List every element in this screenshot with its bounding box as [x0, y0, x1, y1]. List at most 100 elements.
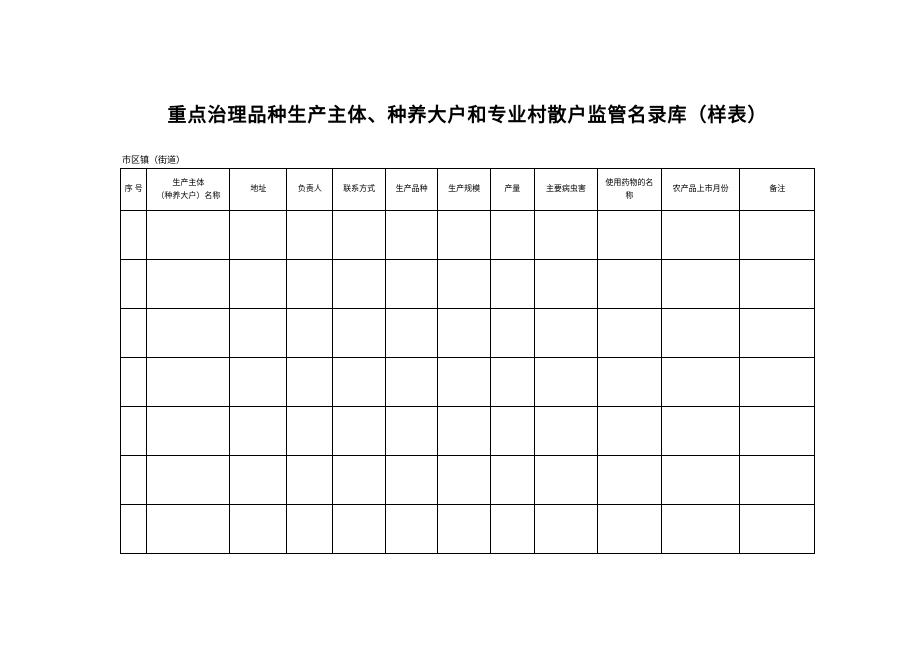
table-cell	[740, 407, 815, 456]
table-cell	[438, 407, 491, 456]
table-cell	[287, 407, 333, 456]
table-cell	[230, 358, 287, 407]
table-cell	[385, 358, 438, 407]
document-page: 重点治理品种生产主体、种养大户和专业村散户监管名录库（样表） 市区镇（街道） 序…	[0, 0, 920, 554]
table-cell	[230, 505, 287, 554]
table-cell	[438, 260, 491, 309]
table-cell	[534, 309, 597, 358]
table-cell	[438, 456, 491, 505]
table-cell	[287, 260, 333, 309]
table-cell	[740, 309, 815, 358]
table-cell	[147, 358, 230, 407]
table-cell	[534, 456, 597, 505]
table-cell	[598, 211, 661, 260]
table-cell	[490, 456, 534, 505]
table-cell	[438, 309, 491, 358]
table-cell	[333, 211, 386, 260]
table-cell	[333, 456, 386, 505]
table-cell	[534, 211, 597, 260]
table-header-row: 序 号 生产主体 （种养大户）名称 地址 负责人 联系方式 生产品种 生产规模 …	[121, 169, 815, 211]
table-cell	[661, 505, 740, 554]
table-cell	[534, 358, 597, 407]
table-cell	[740, 358, 815, 407]
col-header-addr: 地址	[230, 169, 287, 211]
table-cell	[287, 358, 333, 407]
table-cell	[490, 358, 534, 407]
table-cell	[598, 309, 661, 358]
table-cell	[230, 456, 287, 505]
table-row	[121, 505, 815, 554]
table-cell	[147, 407, 230, 456]
col-header-month: 农产品上市月份	[661, 169, 740, 211]
table-cell	[230, 260, 287, 309]
table-cell	[333, 407, 386, 456]
table-cell	[534, 260, 597, 309]
table-cell	[121, 407, 147, 456]
table-cell	[534, 407, 597, 456]
table-cell	[385, 211, 438, 260]
table-cell	[385, 309, 438, 358]
table-cell	[385, 505, 438, 554]
table-cell	[121, 456, 147, 505]
table-cell	[661, 260, 740, 309]
table-cell	[333, 260, 386, 309]
table-cell	[287, 309, 333, 358]
table-cell	[287, 211, 333, 260]
col-header-output: 产量	[490, 169, 534, 211]
col-header-drug: 使用药物的名 称	[598, 169, 661, 211]
col-header-person: 负责人	[287, 169, 333, 211]
table-cell	[121, 211, 147, 260]
table-cell	[661, 456, 740, 505]
table-cell	[598, 260, 661, 309]
table-cell	[490, 260, 534, 309]
col-header-pest: 主要病虫害	[534, 169, 597, 211]
table-cell	[740, 456, 815, 505]
table-cell	[121, 309, 147, 358]
table-cell	[490, 505, 534, 554]
table-cell	[661, 211, 740, 260]
table-cell	[121, 505, 147, 554]
table-cell	[740, 260, 815, 309]
table-cell	[230, 309, 287, 358]
col-header-drug-line1: 使用药物的名	[605, 178, 653, 187]
table-row	[121, 211, 815, 260]
table-cell	[287, 456, 333, 505]
col-header-variety: 生产品种	[385, 169, 438, 211]
table-row	[121, 407, 815, 456]
table-cell	[490, 407, 534, 456]
table-cell	[661, 358, 740, 407]
table-cell	[121, 358, 147, 407]
table-cell	[147, 211, 230, 260]
table-cell	[333, 358, 386, 407]
col-header-entity-line2: （种养大户）名称	[156, 191, 220, 200]
table-cell	[121, 260, 147, 309]
table-cell	[534, 505, 597, 554]
col-header-drug-line2: 称	[625, 191, 633, 200]
table-cell	[438, 211, 491, 260]
table-cell	[230, 407, 287, 456]
table-row	[121, 260, 815, 309]
page-title: 重点治理品种生产主体、种养大户和专业村散户监管名录库（样表）	[120, 100, 815, 127]
table-cell	[661, 407, 740, 456]
table-cell	[598, 358, 661, 407]
table-cell	[598, 407, 661, 456]
col-header-seq: 序 号	[121, 169, 147, 211]
table-body	[121, 211, 815, 554]
table-cell	[740, 211, 815, 260]
col-header-scale: 生产规模	[438, 169, 491, 211]
table-cell	[490, 309, 534, 358]
table-cell	[598, 456, 661, 505]
table-cell	[661, 309, 740, 358]
table-cell	[490, 211, 534, 260]
table-cell	[438, 358, 491, 407]
table-cell	[740, 505, 815, 554]
table-row	[121, 456, 815, 505]
table-cell	[385, 260, 438, 309]
table-cell	[385, 407, 438, 456]
table-cell	[598, 505, 661, 554]
table-row	[121, 309, 815, 358]
page-subtitle: 市区镇（街道）	[120, 153, 815, 166]
table-cell	[147, 456, 230, 505]
col-header-entity-line1: 生产主体	[172, 178, 204, 187]
table-cell	[385, 456, 438, 505]
